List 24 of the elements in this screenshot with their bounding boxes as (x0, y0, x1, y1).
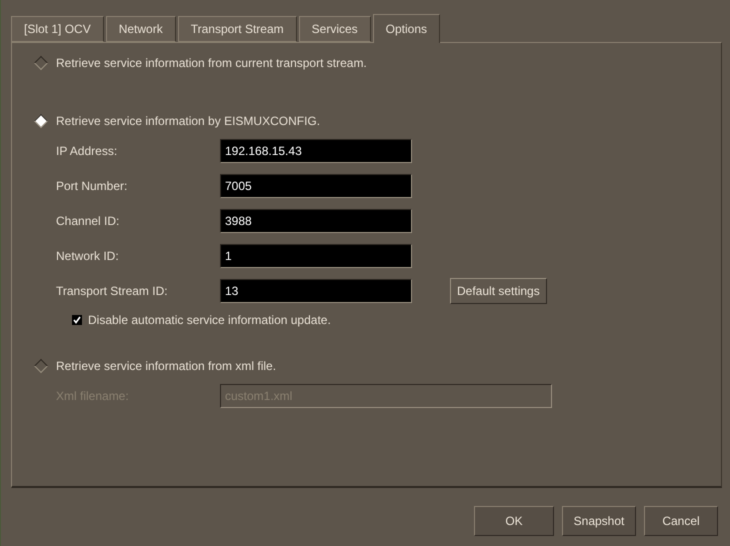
field-label: Network ID: (56, 248, 120, 262)
dialog-button[interactable]: Cancel (644, 506, 718, 536)
tab[interactable]: [Slot 1] OCV (11, 16, 104, 42)
dialog-button[interactable]: OK (474, 506, 554, 536)
radio-label: Retrieve service information from current transport stream. (56, 56, 367, 70)
checkbox-label: Disable automatic service information update. (88, 313, 331, 327)
tab[interactable]: Network (106, 16, 176, 42)
dialog-button[interactable]: Snapshot (562, 506, 636, 536)
field-label: Channel ID: (56, 214, 120, 228)
input-field[interactable]: 1 (220, 244, 412, 268)
checkbox[interactable] (72, 315, 82, 325)
field-label: Transport Stream ID: (56, 284, 169, 298)
tab[interactable]: Services (298, 16, 371, 42)
default-settings-button[interactable]: Default settings (450, 278, 547, 304)
input-field[interactable]: 7005 (220, 174, 412, 198)
field-label: IP Address: (56, 144, 118, 158)
input-field[interactable]: 192.168.15.43 (220, 138, 412, 162)
input-field[interactable]: 13 (220, 278, 412, 302)
field-label: Port Number: (56, 178, 128, 192)
radio-label: Retrieve service information by EISMUXCONFIG. (56, 114, 320, 128)
input-field[interactable]: 3988 (220, 208, 412, 232)
radio-label: Retrieve service information from xml file. (56, 359, 276, 373)
tab[interactable]: Options (372, 14, 440, 43)
tab[interactable]: Transport Stream (178, 16, 297, 42)
